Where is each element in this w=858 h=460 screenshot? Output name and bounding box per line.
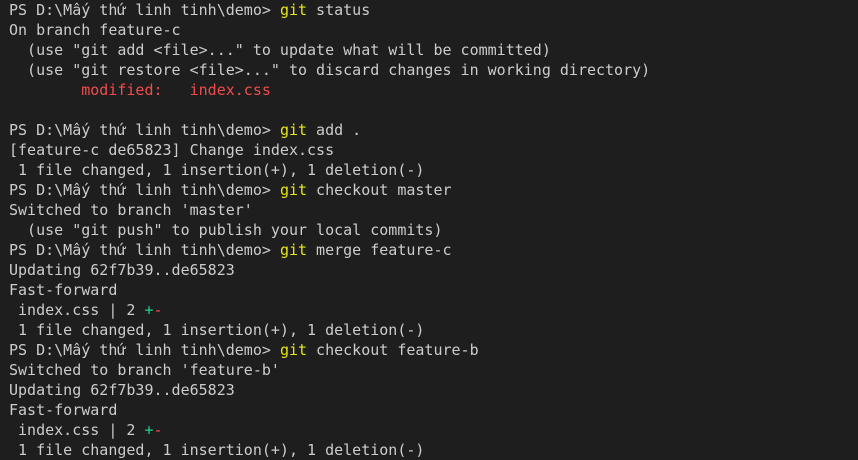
modified-file-line: modified: index.css [9, 80, 858, 100]
output-line: [feature-c de65823] Change index.css [9, 141, 335, 159]
insertion-mark: + [144, 301, 154, 319]
output-line: Updating 62f7b39..de65823 [9, 381, 235, 399]
diffstat-line: index.css | 2 +- [9, 420, 858, 440]
diffstat-text: index.css | 2 [9, 421, 145, 439]
prompt-line: PS D:\Mấy thứ linh tinh\demo> git merge … [9, 240, 858, 260]
output-line: Updating 62f7b39..de65823 [9, 261, 235, 279]
output-line: Fast-forward [9, 401, 118, 419]
command-args: merge feature-c [307, 241, 452, 259]
output-line: Fast-forward [9, 281, 118, 299]
diffstat-line: index.css | 2 +- [9, 300, 858, 320]
deletion-mark: - [153, 421, 163, 439]
prompt: PS D:\Mấy thứ linh tinh\demo> [9, 1, 280, 19]
command-args: status [307, 1, 371, 19]
prompt: PS D:\Mấy thứ linh tinh\demo> [9, 241, 280, 259]
command-args: add . [307, 121, 362, 139]
output-line: Switched to branch 'feature-b' [9, 361, 280, 379]
command-name: git [279, 341, 308, 359]
prompt-line: PS D:\Mấy thứ linh tinh\demo> git status [9, 0, 858, 20]
command-name: git [279, 1, 308, 19]
command-args: checkout master [307, 181, 452, 199]
insertion-mark: + [144, 421, 154, 439]
command-name: git [279, 241, 308, 259]
deletion-mark: - [153, 301, 163, 319]
output-line: Switched to branch 'master' [9, 201, 253, 219]
prompt-line: PS D:\Mấy thứ linh tinh\demo> git checko… [9, 340, 858, 360]
prompt: PS D:\Mấy thứ linh tinh\demo> [9, 341, 280, 359]
output-line: 1 file changed, 1 insertion(+), 1 deleti… [9, 441, 425, 459]
prompt-line: PS D:\Mấy thứ linh tinh\demo> git add . [9, 120, 858, 140]
prompt-line: PS D:\Mấy thứ linh tinh\demo> git checko… [9, 180, 858, 200]
prompt: PS D:\Mấy thứ linh tinh\demo> [9, 121, 280, 139]
diffstat-text: index.css | 2 [9, 301, 145, 319]
output-line: On branch feature-c [9, 21, 181, 39]
output-line: (use "git restore <file>..." to discard … [9, 61, 651, 79]
prompt: PS D:\Mấy thứ linh tinh\demo> [9, 181, 280, 199]
output-line: (use "git push" to publish your local co… [9, 221, 443, 239]
output-line: 1 file changed, 1 insertion(+), 1 deleti… [9, 161, 425, 179]
command-name: git [279, 121, 308, 139]
command-name: git [279, 181, 308, 199]
modified-label: modified: [9, 81, 190, 99]
modified-file: index.css [189, 81, 271, 99]
output-line: 1 file changed, 1 insertion(+), 1 deleti… [9, 321, 425, 339]
output-line: (use "git add <file>..." to update what … [9, 41, 551, 59]
command-args: checkout feature-b [307, 341, 479, 359]
terminal-output[interactable]: PS D:\Mấy thứ linh tinh\demo> git status… [0, 0, 858, 460]
